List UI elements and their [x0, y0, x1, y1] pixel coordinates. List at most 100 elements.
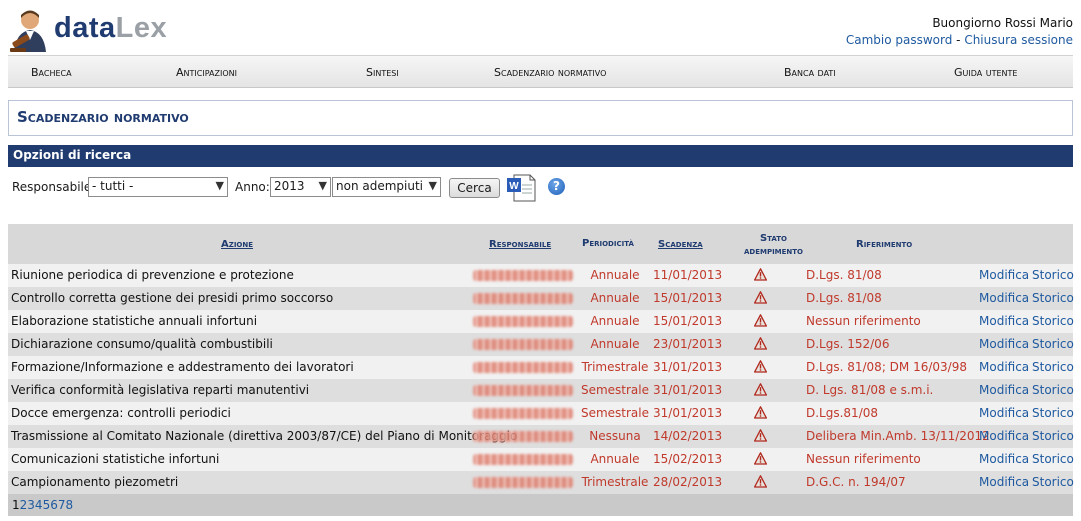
anno-select-value: 2013 — [274, 179, 305, 193]
warning-icon — [753, 452, 768, 465]
table-row: Controllo corretta gestione dei presidi … — [8, 287, 1074, 310]
col-stato-line1: Stato — [759, 233, 788, 244]
cell-azione: Elaborazione statistiche annuali infortu… — [11, 314, 258, 328]
cell-azione: Verifica conformità legislativa reparti … — [11, 383, 310, 397]
warning-icon — [753, 314, 768, 327]
page-link[interactable]: 6 — [50, 498, 58, 512]
modifica-link[interactable]: Modifica — [979, 383, 1029, 397]
search-button[interactable]: Cerca — [449, 178, 500, 198]
warning-icon — [753, 475, 768, 488]
anno-label: Anno: — [235, 180, 270, 194]
chevron-down-icon: ▼ — [215, 179, 224, 192]
cell-riferimento: D.Lgs. 81/08; DM 16/03/98 — [806, 360, 967, 374]
modifica-link[interactable]: Modifica — [979, 406, 1029, 420]
cell-responsabile-redacted — [473, 270, 573, 281]
modifica-link[interactable]: Modifica — [979, 429, 1029, 443]
cell-periodicita: Semestrale — [580, 383, 650, 397]
nav-sintesi[interactable]: Sintesi — [366, 66, 399, 79]
modifica-link[interactable]: Modifica — [979, 475, 1029, 489]
modifica-link[interactable]: Modifica — [979, 360, 1029, 374]
col-stato: Stato adempimento — [721, 232, 826, 258]
cell-responsabile-redacted — [473, 408, 573, 419]
nav-guida-utente[interactable]: Guida utente — [954, 66, 1017, 79]
user-box: Buongiorno Rossi Mario Cambio password -… — [846, 15, 1073, 49]
nav-anticipazioni[interactable]: Anticipazioni — [176, 66, 237, 79]
responsabile-label: Responsabile: — [12, 180, 96, 194]
storico-link[interactable]: Storico — [1032, 314, 1074, 328]
anno-select[interactable]: 2013 ▼ — [270, 177, 331, 197]
storico-link[interactable]: Storico — [1032, 429, 1074, 443]
page-title: Scadenzario normativo — [17, 108, 189, 126]
cell-responsabile-redacted — [473, 454, 573, 465]
logo-text-lex: Lex — [115, 12, 168, 44]
cell-periodicita: Trimestrale — [581, 360, 649, 374]
warning-icon — [753, 268, 768, 281]
modifica-link[interactable]: Modifica — [979, 291, 1029, 305]
table-row: Comunicazioni statistiche infortuni Annua… — [8, 448, 1074, 471]
responsabile-select[interactable]: - tutti - ▼ — [88, 177, 228, 197]
logout-link[interactable]: Chiusura sessione — [964, 33, 1073, 47]
storico-link[interactable]: Storico — [1032, 360, 1074, 374]
page-title-box: Scadenzario normativo — [8, 100, 1073, 136]
page-link[interactable]: 4 — [35, 498, 43, 512]
page-link[interactable]: 8 — [65, 498, 73, 512]
cell-scadenza: 15/02/2013 — [653, 452, 723, 466]
nav-scadenzario[interactable]: Scadenzario normativo — [494, 66, 606, 79]
storico-link[interactable]: Storico — [1032, 337, 1074, 351]
cell-riferimento: D.Lgs. 81/08 — [806, 268, 882, 282]
modifica-link[interactable]: Modifica — [979, 268, 1029, 282]
responsabile-select-value: - tutti - — [92, 179, 134, 193]
cell-scadenza: 28/02/2013 — [653, 475, 723, 489]
storico-link[interactable]: Storico — [1032, 268, 1074, 282]
cell-responsabile-redacted — [473, 385, 573, 396]
page-link[interactable]: 3 — [27, 498, 35, 512]
table-row: Riunione periodica di prevenzione e prot… — [8, 264, 1074, 287]
col-azione[interactable]: Azione — [221, 239, 253, 250]
cell-responsabile-redacted — [473, 431, 573, 442]
col-responsabile[interactable]: Responsabile — [489, 239, 551, 250]
search-options-header: Opzioni di ricerca — [8, 145, 1073, 167]
cell-scadenza: 31/01/2013 — [653, 360, 723, 374]
cell-azione: Comunicazioni statistiche infortuni — [11, 452, 220, 466]
table-row: Campionamento piezometri Trimestrale 28/02… — [8, 471, 1074, 494]
app-logo: dataLex — [8, 8, 168, 54]
storico-link[interactable]: Storico — [1032, 291, 1074, 305]
cell-scadenza: 15/01/2013 — [653, 291, 723, 305]
col-riferimento: Riferimento — [856, 239, 913, 250]
warning-icon — [753, 383, 768, 396]
search-form: Responsabile: - tutti - ▼ Anno: 2013 ▼ n… — [12, 174, 1072, 202]
cell-periodicita: Annuale — [590, 314, 640, 328]
cell-periodicita: Annuale — [590, 291, 640, 305]
cell-riferimento: Nessun riferimento — [806, 314, 921, 328]
storico-link[interactable]: Storico — [1032, 383, 1074, 397]
table-row: Verifica conformità legislativa reparti … — [8, 379, 1074, 402]
cell-responsabile-redacted — [473, 339, 573, 350]
nav-banca-dati[interactable]: Banca dati — [784, 66, 836, 79]
cell-periodicita: Annuale — [590, 452, 640, 466]
table-row: Dichiarazione consumo/qualità combustibi… — [8, 333, 1074, 356]
warning-icon — [753, 360, 768, 373]
change-password-link[interactable]: Cambio password — [846, 33, 953, 47]
table-header: Azione Responsabile Periodicità Scadenza… — [8, 224, 1073, 264]
greeting: Buongiorno Rossi Mario — [932, 16, 1073, 30]
storico-link[interactable]: Storico — [1032, 406, 1074, 420]
word-document-icon[interactable]: W — [506, 174, 536, 202]
cell-riferimento: Delibera Min.Amb. 13/11/2012 — [806, 429, 990, 443]
stato-select[interactable]: non adempiuti ▼ — [332, 177, 441, 197]
table-body: Riunione periodica di prevenzione e prot… — [8, 264, 1074, 494]
warning-icon — [753, 406, 768, 419]
cell-periodicita: Annuale — [590, 337, 640, 351]
modifica-link[interactable]: Modifica — [979, 314, 1029, 328]
chevron-down-icon: ▼ — [428, 179, 437, 192]
help-icon[interactable]: ? — [548, 178, 565, 195]
cell-responsabile-redacted — [473, 293, 573, 304]
cell-azione: Riunione periodica di prevenzione e prot… — [11, 268, 294, 282]
modifica-link[interactable]: Modifica — [979, 337, 1029, 351]
logo-text-data: data — [54, 12, 116, 44]
deadlines-table: Azione Responsabile Periodicità Scadenza… — [8, 224, 1074, 516]
col-scadenza[interactable]: Scadenza — [658, 239, 703, 250]
storico-link[interactable]: Storico — [1032, 475, 1074, 489]
storico-link[interactable]: Storico — [1032, 452, 1074, 466]
nav-bacheca[interactable]: Bacheca — [31, 66, 72, 79]
modifica-link[interactable]: Modifica — [979, 452, 1029, 466]
